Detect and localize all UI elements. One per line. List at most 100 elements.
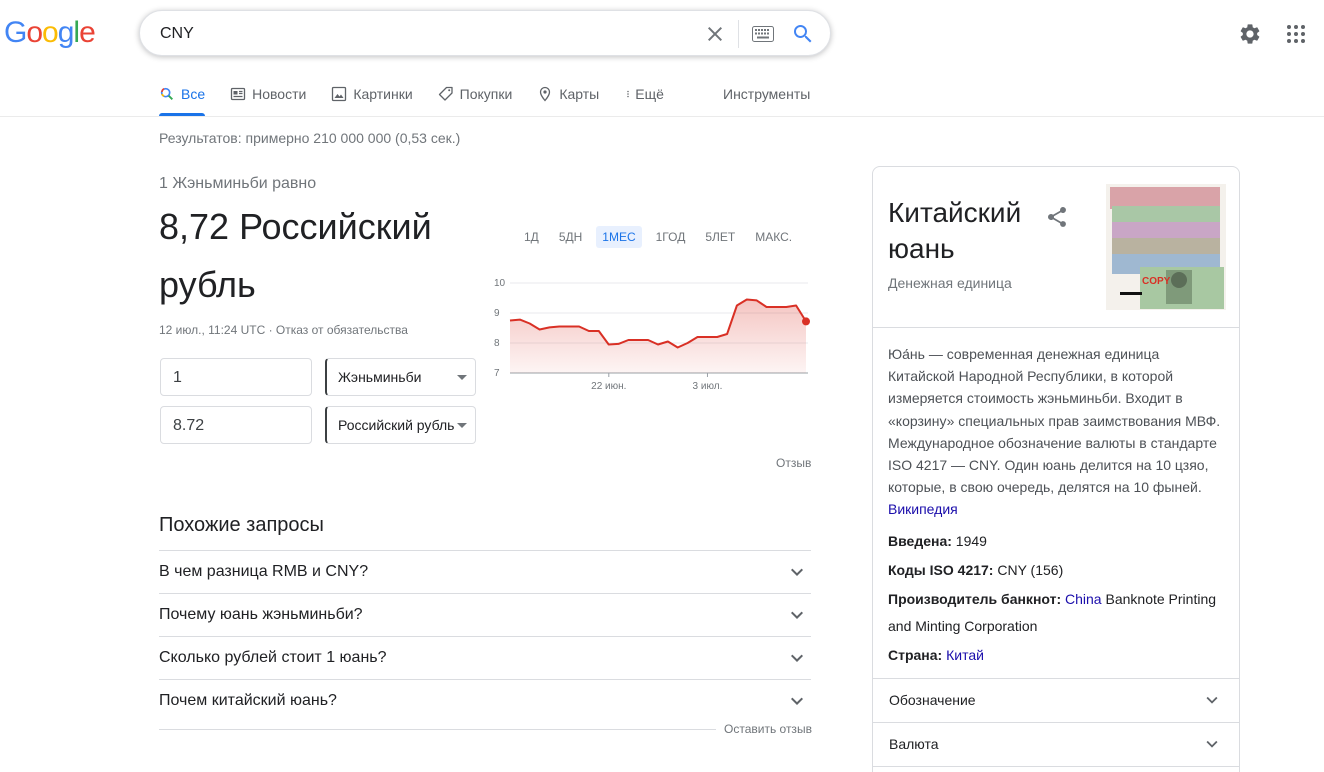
range-option[interactable]: 5ДН [553,226,588,248]
tab-label: Все [181,86,206,102]
conversion-result: 8,72 Российский рубль [159,206,432,305]
currency-to-value: Российский рубль [338,417,455,433]
amount-to-input[interactable]: 8.72 [160,406,312,444]
fact-label: Коды ISO 4217: [888,562,994,578]
currency-from-value: Жэньминьби [338,369,422,385]
currency-from-select[interactable]: Жэньминьби [325,358,476,396]
logo-letter: G [4,16,27,49]
result-stats: Результатов: примерно 210 000 000 (0,53 … [159,130,461,146]
kp-fact-printer: Производитель банкнот: China Banknote Pr… [888,586,1228,640]
related-question[interactable]: Почему юань жэньминьби? [159,593,811,636]
tag-icon [438,86,453,101]
banknotes-image[interactable]: COPY [1106,184,1226,310]
apps-grid-icon[interactable] [1284,22,1308,46]
kp-subtitle: Денежная единица [888,275,1012,291]
kp-description: Юа́нь — современная денежная единица Кит… [888,343,1228,521]
related-question[interactable]: Сколько рублей стоит 1 юань? [159,636,811,679]
related-question[interactable]: Почем китайский юань? [159,679,811,722]
related-title: Похожие запросы [159,514,324,536]
share-icon[interactable] [1045,205,1069,229]
tab-label: Карты [559,86,600,102]
keyboard-icon[interactable] [752,26,774,42]
chart-range-selector: 1Д 5ДН 1МЕС 1ГОД 5ЛЕТ МАКС. [518,226,806,248]
y-tick-label: 10 [494,278,506,289]
more-vert-icon [627,90,629,98]
dropdown-arrow-icon [457,423,467,428]
clear-icon[interactable] [703,22,727,46]
currency-to-select[interactable]: Российский рубль [325,406,476,444]
amount-from-input[interactable]: 1 [160,358,312,396]
related-questions-list: В чем разница RMB и CNY? Почему юань жэнь… [159,550,811,722]
conversion-equals-label: 1 Жэньминьби равно [159,175,317,192]
y-tick-label: 9 [494,308,500,319]
related-divider [159,729,811,730]
y-tick-label: 8 [494,338,500,349]
chevron-down-icon [791,611,803,619]
fact-value: 1949 [955,533,987,549]
x-tick-label: 3 июл. [693,381,723,392]
range-option[interactable]: 5ЛЕТ [699,226,741,248]
related-question-text: В чем разница RMB и CNY? [159,563,369,580]
accordion-currency[interactable]: Валюта [873,722,1239,766]
search-icon[interactable] [791,22,815,46]
related-question[interactable]: В чем разница RMB и CNY? [159,550,811,593]
tabs-divider [0,116,1324,117]
search-icon [160,87,173,100]
news-icon [230,87,246,101]
kp-fact-iso: Коды ISO 4217: CNY (156) [888,557,1228,584]
kp-fact-country: Страна: Китай [888,642,1228,669]
tab-news[interactable]: Новости [230,80,306,108]
chart-area [510,299,806,373]
image-icon [332,86,347,102]
accordion-designation[interactable]: Обозначение [873,678,1239,722]
settings-gear-icon[interactable] [1238,22,1262,46]
tab-more[interactable]: Ещё [624,80,664,108]
conversion-date: 12 июл., 11:24 UTC · Отказ от обязательс… [159,323,408,337]
related-question-text: Почему юань жэньминьби? [159,606,363,623]
accordion-label: Обозначение [889,692,976,708]
copy-stamp: COPY [1142,276,1171,287]
range-option[interactable]: 1МЕС [596,226,642,248]
knowledge-panel: Китайский юань Денежная единица COPY Юа́… [872,166,1240,772]
logo-letter: e [79,16,96,49]
y-tick-label: 7 [494,368,500,379]
range-option[interactable]: 1ГОД [650,226,692,248]
feedback-link[interactable]: Отзыв [776,456,811,470]
chevron-down-icon [791,568,803,576]
kp-divider [873,766,1239,767]
range-option[interactable]: МАКС. [749,226,798,248]
tab-all[interactable]: Все [159,80,206,116]
kp-description-text: Юа́нь — современная денежная единица Кит… [888,346,1221,496]
range-option[interactable]: 1Д [518,226,545,248]
kp-fact-introduced: Введена: 1949 [888,528,1228,555]
chart-current-point [802,317,810,326]
fact-value: CNY (156) [997,562,1064,578]
logo-letter: g [57,16,75,49]
kp-divider [873,327,1239,328]
tab-images[interactable]: Картинки [331,80,413,108]
fact-label: Производитель банкнот: [888,591,1062,607]
exchange-rate-chart: 10 9 8 7 22 июн. 3 июл. [494,278,810,392]
tab-maps[interactable]: Карты [537,80,599,108]
related-question-text: Почем китайский юань? [159,692,337,709]
leave-feedback-link[interactable]: Оставить отзыв [716,722,812,736]
tab-shopping[interactable]: Покупки [438,80,512,108]
tools-button[interactable]: Инструменты [723,86,810,102]
fact-label: Страна: [888,647,943,663]
logo-letter: o [42,16,59,49]
chevron-down-icon [1206,740,1218,748]
google-logo[interactable]: Google [4,16,96,50]
accordion-label: Валюта [889,736,939,752]
search-input[interactable] [160,23,700,45]
china-link[interactable]: China [1065,591,1102,607]
x-tick-label: 22 июн. [591,381,626,392]
logo-letter: o [26,16,43,49]
related-question-text: Сколько рублей стоит 1 юань? [159,649,387,666]
wikipedia-link[interactable]: Википедия [888,501,958,517]
search-box [139,10,831,56]
dropdown-arrow-icon [457,375,467,380]
search-tabs: Все Новости Картинки Покупки Карты Ещё [159,80,689,117]
country-link[interactable]: Китай [946,647,984,663]
chevron-down-icon [791,697,803,705]
tab-label: Ещё [635,86,664,102]
